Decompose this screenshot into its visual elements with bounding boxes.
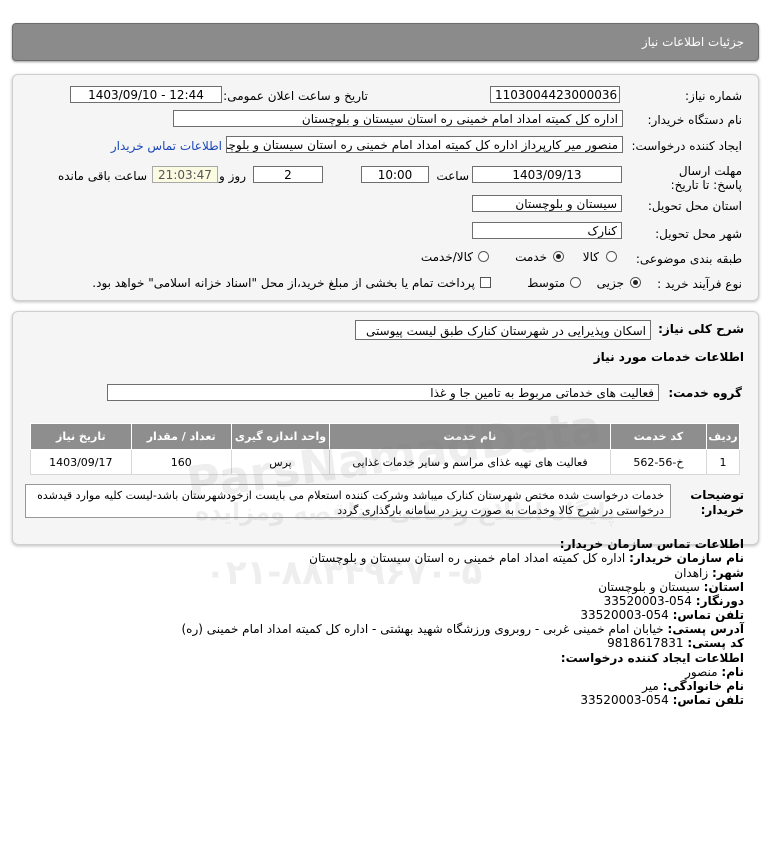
service-group-label: گروه خدمت: (668, 386, 742, 400)
process-radio-medium[interactable] (570, 277, 581, 288)
table-header-row: ردیف کد خدمت نام خدمت واحد اندازه گیری ت… (30, 423, 740, 450)
col-header-unit: واحد اندازه گیری (230, 423, 331, 450)
buyer-address-line: آدرس پستی: خیابان امام خمینی غربی - روبر… (181, 622, 745, 636)
announce-label: تاریخ و ساعت اعلان عمومی: (223, 89, 368, 103)
buyer-org-line: نام سازمان خریدار: اداره کل کمیته امداد … (309, 551, 744, 565)
page-title: جزئیات اطلاعات نیاز (641, 35, 744, 49)
buyer-contact-title: اطلاعات تماس سازمان خریدار: (559, 537, 744, 551)
remaining-label: ساعت باقی مانده (57, 169, 147, 183)
creator-family-line: نام خانوادگی: میر (642, 679, 744, 693)
need-number-label: شماره نیاز: (685, 89, 742, 103)
description-box: خدمات درخواست شده مختص شهرستان کنارک میب… (25, 484, 671, 518)
table-row[interactable]: 1 خ-56-562 فعالیت های تهیه غذای مراسم و … (30, 449, 740, 475)
category-option-goods-service: کالا/خدمت (420, 250, 473, 264)
category-option-service: خدمت (515, 250, 547, 264)
cell-code: خ-56-562 (609, 449, 708, 475)
province-field[interactable]: سیستان و بلوچستان (472, 195, 622, 212)
days-label: روز و (219, 169, 246, 183)
buyer-fax-line: دورنگار: 054-33520003 (603, 594, 744, 608)
need-number-field[interactable]: 1103004423000036 (490, 86, 620, 103)
deadline-time-field[interactable]: 10:00 (361, 166, 429, 183)
remaining-time-field: 21:03:47 (152, 166, 218, 183)
creator-field[interactable]: منصور میر کارپرداز اداره کل کمیته امداد … (226, 136, 623, 153)
process-option-medium: متوسط (527, 276, 565, 290)
announce-field[interactable]: 1403/09/10 - 12:44 (70, 86, 222, 103)
creator-label: ایجاد کننده درخواست: (631, 139, 742, 153)
col-header-row-no: ردیف (706, 423, 740, 450)
payment-note: پرداخت تمام یا بخشی از مبلغ خرید،از محل … (92, 276, 475, 290)
cell-unit: پرس (230, 449, 331, 475)
category-label: طبقه بندی موضوعی: (635, 252, 742, 266)
category-radio-goods-service[interactable] (478, 251, 489, 262)
description-label: توضیحات خریدار: (690, 488, 744, 517)
buyer-postal-line: کد پستی: 9818617831 (607, 636, 744, 650)
province-label: استان محل تحویل: (647, 199, 742, 213)
buyer-province-line: استان: سیستان و بلوچستان (598, 580, 744, 594)
col-header-code: کد خدمت (609, 423, 708, 450)
cell-need-date: 1403/09/17 (30, 449, 132, 475)
category-radio-service[interactable] (553, 251, 564, 262)
category-option-goods: کالا (582, 250, 599, 264)
summary-field[interactable]: اسکان وپذیرایی در شهرستان کنارک طبق لیست… (355, 320, 651, 340)
city-field[interactable]: کنارک (472, 222, 622, 239)
col-header-need-date: تاریخ نیاز (30, 423, 132, 450)
city-label: شهر محل تحویل: (655, 227, 742, 241)
process-radio-minor[interactable] (630, 277, 641, 288)
need-details-panel (12, 74, 759, 301)
process-option-minor: جزیی (596, 276, 624, 290)
cell-row-no: 1 (706, 449, 740, 475)
deadline-time-label: ساعت (436, 169, 469, 183)
summary-label: شرح کلی نیاز: (658, 322, 744, 336)
deadline-date-field[interactable]: 1403/09/13 (472, 166, 622, 183)
col-header-quantity: تعداد / مقدار (130, 423, 232, 450)
col-header-service-name: نام خدمت (329, 423, 611, 450)
buyer-phone-line: تلفن تماس: 054-33520003 (580, 608, 744, 622)
buyer-contact-link[interactable]: اطلاعات تماس خریدار (111, 139, 222, 153)
buyer-label: نام دستگاه خریدار: (647, 113, 743, 127)
creator-phone-line: تلفن تماس: 054-33520003 (580, 693, 744, 707)
page-header: جزئیات اطلاعات نیاز (12, 23, 759, 61)
days-field[interactable]: 2 (253, 166, 323, 183)
category-radio-goods[interactable] (606, 251, 617, 262)
service-group-field[interactable]: فعالیت های خدماتی مربوط به تامین جا و غذ… (107, 384, 659, 401)
buyer-city-line: شهر: زاهدان (674, 566, 744, 580)
buyer-field[interactable]: اداره کل کمیته امداد امام خمینی ره استان… (173, 110, 623, 127)
process-label: نوع فرآیند خرید : (657, 277, 742, 291)
cell-service-name: فعالیت های تهیه غذای مراسم و سایر خدمات … (329, 449, 611, 475)
creator-contact-title: اطلاعات ایجاد کننده درخواست: (560, 651, 744, 665)
services-table: ردیف کد خدمت نام خدمت واحد اندازه گیری ت… (30, 423, 740, 475)
creator-name-line: نام: منصور (685, 665, 744, 679)
cell-quantity: 160 (130, 449, 232, 475)
deadline-label: مهلت ارسال پاسخ: تا تاریخ: (670, 164, 742, 192)
services-title: اطلاعات خدمات مورد نیاز (593, 350, 744, 364)
treasury-checkbox[interactable] (480, 277, 491, 288)
